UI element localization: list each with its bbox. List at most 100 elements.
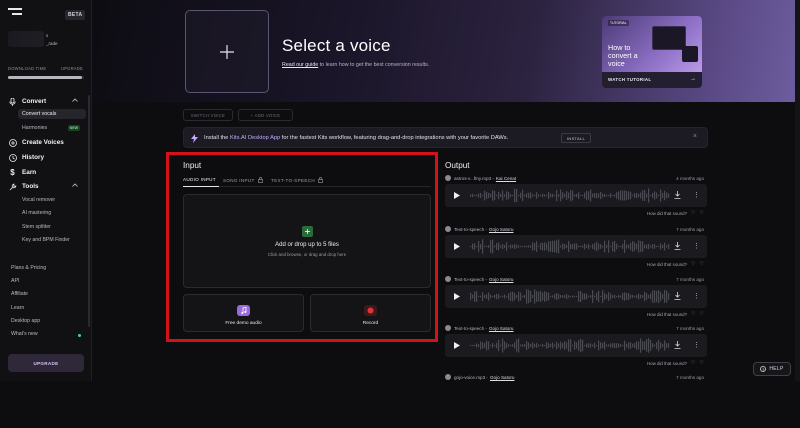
feedback-row: How did that sound? ♡ ♡ (647, 360, 704, 366)
tutorial-card[interactable]: TUTORIAL How to convert a voice WATCH TU… (602, 16, 702, 88)
output-item: Text-to-speech - Gojo Satoru 7 months ago… (445, 275, 707, 330)
sidebar-item-convert-vocals[interactable]: Convert vocals (18, 109, 86, 119)
switch-voice-button[interactable]: SWITCH VOICE (183, 109, 233, 121)
waveform[interactable] (470, 238, 670, 255)
feedback-label: How did that sound? (647, 210, 688, 216)
waveform[interactable] (470, 187, 670, 204)
audio-player: ⋮ (445, 235, 707, 258)
output-time: 7 months ago (676, 374, 704, 380)
read-guide-link[interactable]: Read our guide (282, 62, 318, 68)
output-file-name: Text-to-speech - (454, 276, 487, 282)
desktop-app-link[interactable]: Desktop app (11, 318, 40, 324)
upgrade-link[interactable]: UPGRADE (61, 66, 83, 71)
feedback-label: How did that sound? (647, 311, 688, 317)
output-file-name: Text-to-speech - (454, 325, 487, 331)
history-icon (8, 153, 17, 162)
close-icon[interactable]: × (693, 133, 697, 140)
play-icon[interactable] (454, 192, 460, 199)
waveform[interactable] (470, 337, 670, 354)
sidebar-item-label: AI mastering (22, 210, 52, 216)
add-voice-button[interactable]: + ADD VOICE (238, 109, 293, 121)
voice-link[interactable]: Gojo Satoru (489, 277, 514, 282)
install-banner: Install the Kits.AI Desktop App for the … (183, 127, 708, 148)
download-icon[interactable] (674, 242, 681, 250)
nav-convert[interactable]: Convert (8, 96, 84, 107)
desktop-app-link[interactable]: Kits.AI Desktop App (230, 135, 280, 141)
sidebar-item-harmonies[interactable]: Harmonies NEW (18, 123, 86, 133)
nav-history[interactable]: History (8, 152, 84, 163)
voice-link[interactable]: Gojo Satoru (489, 227, 514, 232)
thumbs-up-icon[interactable]: ♡ (691, 261, 695, 267)
more-options-icon[interactable]: ⋮ (693, 292, 700, 300)
sidebar-item-label: Vocal remover (22, 197, 56, 203)
sidebar-item-stem-splitter[interactable]: Stem splitter (18, 222, 86, 232)
more-options-icon[interactable]: ⋮ (693, 242, 700, 250)
sidebar-item-label: Stem splitter (22, 224, 51, 230)
user-handle: _rade (46, 41, 58, 46)
download-icon[interactable] (674, 292, 681, 300)
learn-link[interactable]: Learn (11, 305, 24, 311)
thumbs-up-icon[interactable]: ♡ (691, 360, 695, 366)
main-scrollbar[interactable] (795, 0, 800, 381)
sidebar-scrollbar[interactable] (88, 95, 90, 327)
api-link[interactable]: API (11, 278, 19, 284)
output-file-name: astros-v...ftny.mp3 - (454, 175, 494, 181)
download-icon[interactable] (674, 191, 681, 199)
user-name: s (46, 33, 49, 38)
tutorial-screenshot (682, 46, 698, 62)
play-icon[interactable] (454, 243, 460, 250)
output-item: gojo-voice.mp3 - Gojo Satoru 7 months ago (445, 373, 707, 428)
output-item-header: astros-v...ftny.mp3 - Kai Cenat 4 months … (445, 174, 707, 182)
play-icon[interactable] (454, 342, 460, 349)
download-icon[interactable] (674, 341, 681, 349)
more-options-icon[interactable]: ⋮ (693, 341, 700, 349)
voice-avatar (445, 374, 451, 380)
upgrade-button[interactable]: UPGRADE (8, 354, 84, 372)
thumbs-up-icon[interactable]: ♡ (691, 311, 695, 317)
plans-link[interactable]: Plans & Pricing (11, 265, 46, 271)
user-profile[interactable]: s _rade (8, 27, 84, 53)
nav-tools-label: Tools (22, 183, 39, 190)
sidebar-item-vocal-remover[interactable]: Vocal remover (18, 195, 86, 205)
voice-link[interactable]: Gojo Satoru (489, 326, 514, 331)
feedback-row: How did that sound? ♡ ♡ (647, 311, 704, 317)
tutorial-heading: How to convert a voice (608, 43, 638, 68)
nav-tools[interactable]: Tools (8, 181, 84, 192)
output-time: 7 months ago (676, 226, 704, 232)
thumbs-down-icon[interactable]: ♡ (700, 311, 704, 317)
nav-create-voices[interactable]: Create Voices (8, 137, 84, 148)
select-voice-button[interactable] (185, 10, 269, 93)
download-time-bar (8, 76, 84, 79)
help-button[interactable]: ? HELP (753, 362, 791, 376)
whats-new-link[interactable]: What's new (11, 331, 38, 337)
voice-avatar (445, 276, 451, 282)
question-icon: ? (760, 366, 767, 372)
feedback-label: How did that sound? (647, 261, 688, 267)
affiliate-link[interactable]: Affiliate (11, 291, 28, 297)
more-options-icon[interactable]: ⋮ (693, 191, 700, 199)
tutorial-tag: TUTORIAL (608, 20, 629, 26)
thumbs-down-icon[interactable]: ♡ (700, 261, 704, 267)
output-time: 7 months ago (676, 325, 704, 331)
install-text-post: for the fastest Kits workflow, featuring… (280, 135, 509, 141)
install-text-pre: Install the (204, 135, 230, 141)
page-title: Select a voice (282, 36, 391, 55)
play-icon[interactable] (454, 293, 460, 300)
output-item-header: Text-to-speech - Gojo Satoru 7 months ago (445, 324, 707, 332)
voice-link[interactable]: Gojo Satoru (490, 375, 515, 380)
thumbs-down-icon[interactable]: ♡ (700, 360, 704, 366)
feedback-label: How did that sound? (647, 360, 688, 366)
sidebar-item-label: Harmonies (22, 125, 48, 131)
install-button[interactable]: INSTALL (561, 133, 591, 143)
thumbs-up-icon[interactable]: ♡ (691, 210, 695, 216)
thumbs-down-icon[interactable]: ♡ (700, 210, 704, 216)
voice-link[interactable]: Kai Cenat (496, 176, 516, 181)
chevron-up-icon (72, 98, 78, 102)
kits-logo-icon[interactable] (8, 8, 22, 16)
sidebar-item-label: Convert vocals (22, 111, 57, 117)
nav-create-voices-label: Create Voices (22, 139, 64, 146)
nav-earn[interactable]: $ Earn (8, 167, 84, 178)
sidebar-item-ai-mastering[interactable]: AI mastering (18, 208, 86, 218)
sidebar-item-key-bpm[interactable]: Key and BPM Finder (18, 235, 86, 245)
waveform[interactable] (470, 288, 670, 305)
